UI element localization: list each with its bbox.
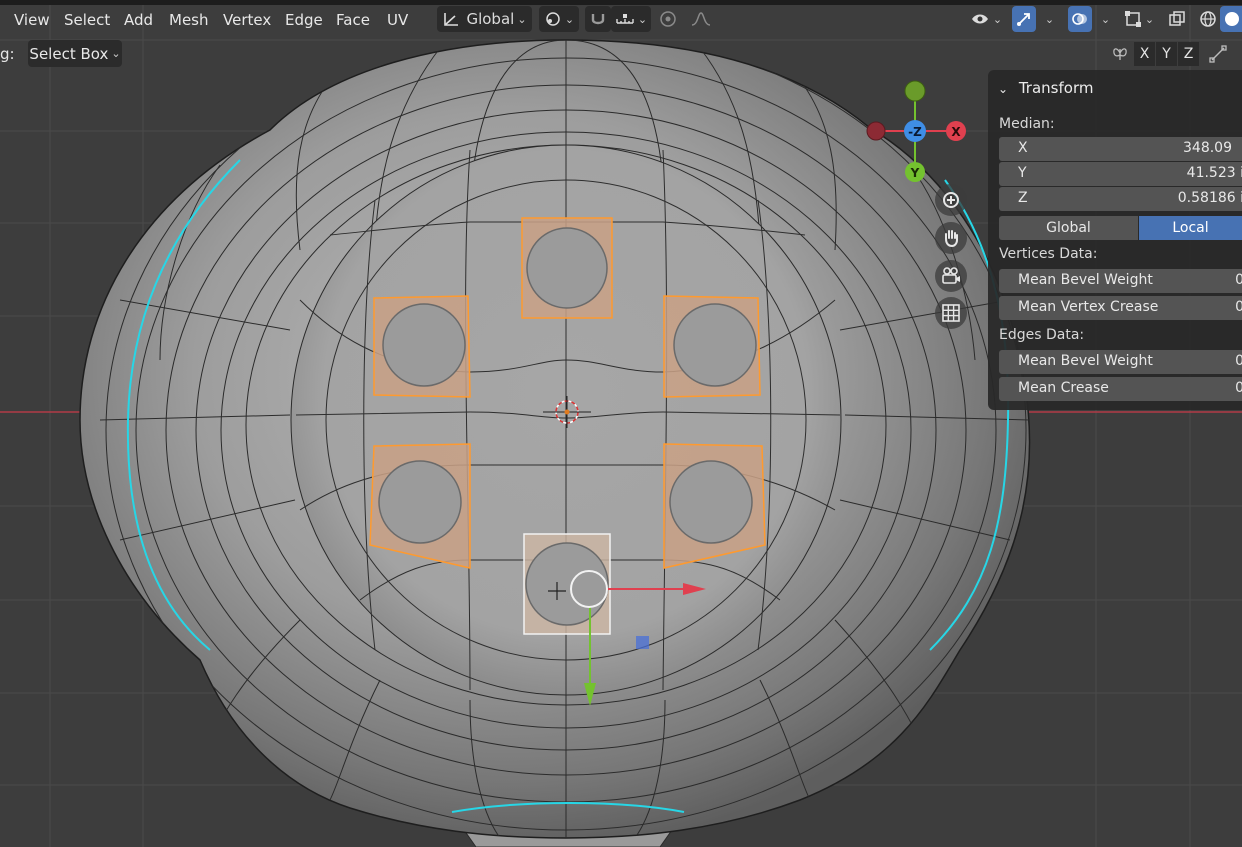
shading-wireframe-button[interactable] — [1196, 6, 1220, 32]
field-value: 0 — [1235, 353, 1242, 369]
mesh-select-icon — [1124, 11, 1141, 27]
snap-toggle[interactable] — [585, 6, 611, 32]
field-label: Mean Crease — [1018, 380, 1109, 396]
field-label: Mean Bevel Weight — [1018, 353, 1153, 369]
gizmo-z-label: -Z — [908, 125, 922, 139]
median-z-field[interactable]: Z 0.58186 i — [999, 187, 1242, 211]
space-local-button[interactable]: Local — [1139, 216, 1242, 240]
mesh-edit-overlays-dropdown[interactable]: ⌄ — [1118, 6, 1160, 32]
vertex-mean-bevel-weight-field[interactable]: Mean Bevel Weight 0 — [999, 269, 1242, 293]
visibility-dropdown[interactable]: ⌄ — [966, 6, 1006, 32]
orientation-axes-icon — [444, 13, 459, 26]
gizmo-dropdown[interactable]: ⌄ — [1038, 6, 1058, 32]
chevron-down-icon: ⌄ — [637, 12, 648, 26]
gizmo-y-label: Y — [910, 166, 920, 180]
select-mode-label: Select Box — [29, 44, 109, 63]
select-mode-dropdown[interactable]: Select Box ⌄ — [28, 40, 122, 67]
menu-select[interactable]: Select — [64, 11, 110, 29]
field-value: 0.58186 i — [1177, 190, 1242, 206]
chevron-down-icon: ⌄ — [517, 12, 527, 26]
transform-orientation-dropdown[interactable]: Global ⌄ — [437, 6, 532, 32]
overlays-toggle[interactable] — [1068, 6, 1092, 32]
transform-panel-header[interactable]: ⌄ Transform — [998, 79, 1093, 97]
mirror-x-toggle[interactable]: X — [1134, 42, 1155, 66]
edges-data-label: Edges Data: — [999, 327, 1085, 343]
field-label: X — [1018, 140, 1028, 156]
falloff-curve-icon — [691, 12, 711, 26]
chevron-down-icon: ⌄ — [1044, 12, 1055, 26]
proportional-edit-toggle[interactable] — [656, 6, 680, 32]
field-value: 0 — [1235, 380, 1242, 396]
median-y-field[interactable]: Y 41.523 i — [999, 162, 1242, 186]
snap-target-dropdown[interactable]: ⌄ — [611, 6, 651, 32]
menu-face[interactable]: Face — [336, 11, 370, 29]
shading-solid-button[interactable] — [1220, 6, 1242, 32]
mirror-z-toggle[interactable]: Z — [1178, 42, 1199, 66]
menu-vertex[interactable]: Vertex — [223, 11, 271, 29]
menu-mesh[interactable]: Mesh — [169, 11, 209, 29]
camera-view-icon[interactable] — [935, 260, 967, 292]
gizmo-toggle[interactable] — [1012, 6, 1036, 32]
chevron-down-icon: ⌄ — [1144, 12, 1155, 26]
transform-title: Transform — [1018, 79, 1094, 97]
proportional-edit-icon — [660, 11, 676, 27]
overlays-dropdown[interactable]: ⌄ — [1094, 6, 1114, 32]
magnet-icon — [591, 14, 605, 25]
xray-icon — [1169, 11, 1185, 26]
transform-sidebar-panel: ⌄ Transform Median: X 348.09 Y 41.523 i … — [988, 70, 1242, 410]
menu-view[interactable]: View — [14, 11, 50, 29]
vertex-edit-icon — [1209, 45, 1227, 63]
field-value: 41.523 i — [1186, 165, 1242, 181]
drag-label: g: — [0, 45, 15, 63]
mirror-options-button[interactable] — [1108, 42, 1132, 66]
orientation-label: Global — [466, 10, 515, 28]
falloff-dropdown[interactable] — [682, 6, 720, 32]
snap-increment-icon — [616, 14, 634, 24]
field-label: Z — [1018, 190, 1028, 206]
vertices-data-label: Vertices Data: — [999, 246, 1098, 262]
field-value: 0 — [1235, 272, 1242, 288]
overlays-icon — [1072, 13, 1087, 25]
pan-hand-icon[interactable] — [935, 222, 967, 254]
gizmo-x-label: X — [951, 125, 961, 139]
chevron-down-icon: ⌄ — [992, 12, 1003, 26]
field-value: 0 — [1235, 299, 1242, 315]
field-label: Mean Vertex Crease — [1018, 299, 1159, 315]
grid-ortho-icon[interactable] — [935, 297, 967, 329]
chevron-down-icon: ⌄ — [1100, 12, 1111, 26]
zoom-icon[interactable] — [935, 184, 967, 216]
menu-add[interactable]: Add — [124, 11, 153, 29]
butterfly-mirror-icon — [1113, 48, 1127, 60]
field-label: Y — [1018, 165, 1027, 181]
solid-sphere-icon — [1225, 12, 1239, 26]
space-global-button[interactable]: Global — [999, 216, 1138, 240]
menu-uv[interactable]: UV — [387, 11, 408, 29]
chevron-down-icon: ⌄ — [111, 47, 121, 60]
vertex-mean-crease-field[interactable]: Mean Vertex Crease 0 — [999, 296, 1242, 320]
chevron-down-icon: ⌄ — [998, 82, 1009, 96]
wireframe-sphere-icon — [1200, 11, 1216, 27]
pivot-point-dropdown[interactable]: ⌄ — [539, 6, 579, 32]
xray-toggle[interactable] — [1165, 6, 1189, 32]
mirror-y-toggle[interactable]: Y — [1156, 42, 1177, 66]
eye-icon — [971, 14, 988, 24]
pivot-icon — [546, 12, 560, 26]
median-x-field[interactable]: X 348.09 — [999, 137, 1242, 161]
edge-mean-bevel-weight-field[interactable]: Mean Bevel Weight 0 — [999, 350, 1242, 374]
median-label: Median: — [999, 116, 1055, 132]
edit-options-button[interactable] — [1206, 42, 1230, 66]
field-label: Mean Bevel Weight — [1018, 272, 1153, 288]
chevron-down-icon: ⌄ — [564, 12, 575, 26]
gizmo-arrow-icon — [1017, 13, 1030, 26]
menu-edge[interactable]: Edge — [285, 11, 323, 29]
edge-mean-crease-field[interactable]: Mean Crease 0 — [999, 377, 1242, 401]
field-value: 348.09 — [1183, 140, 1232, 156]
